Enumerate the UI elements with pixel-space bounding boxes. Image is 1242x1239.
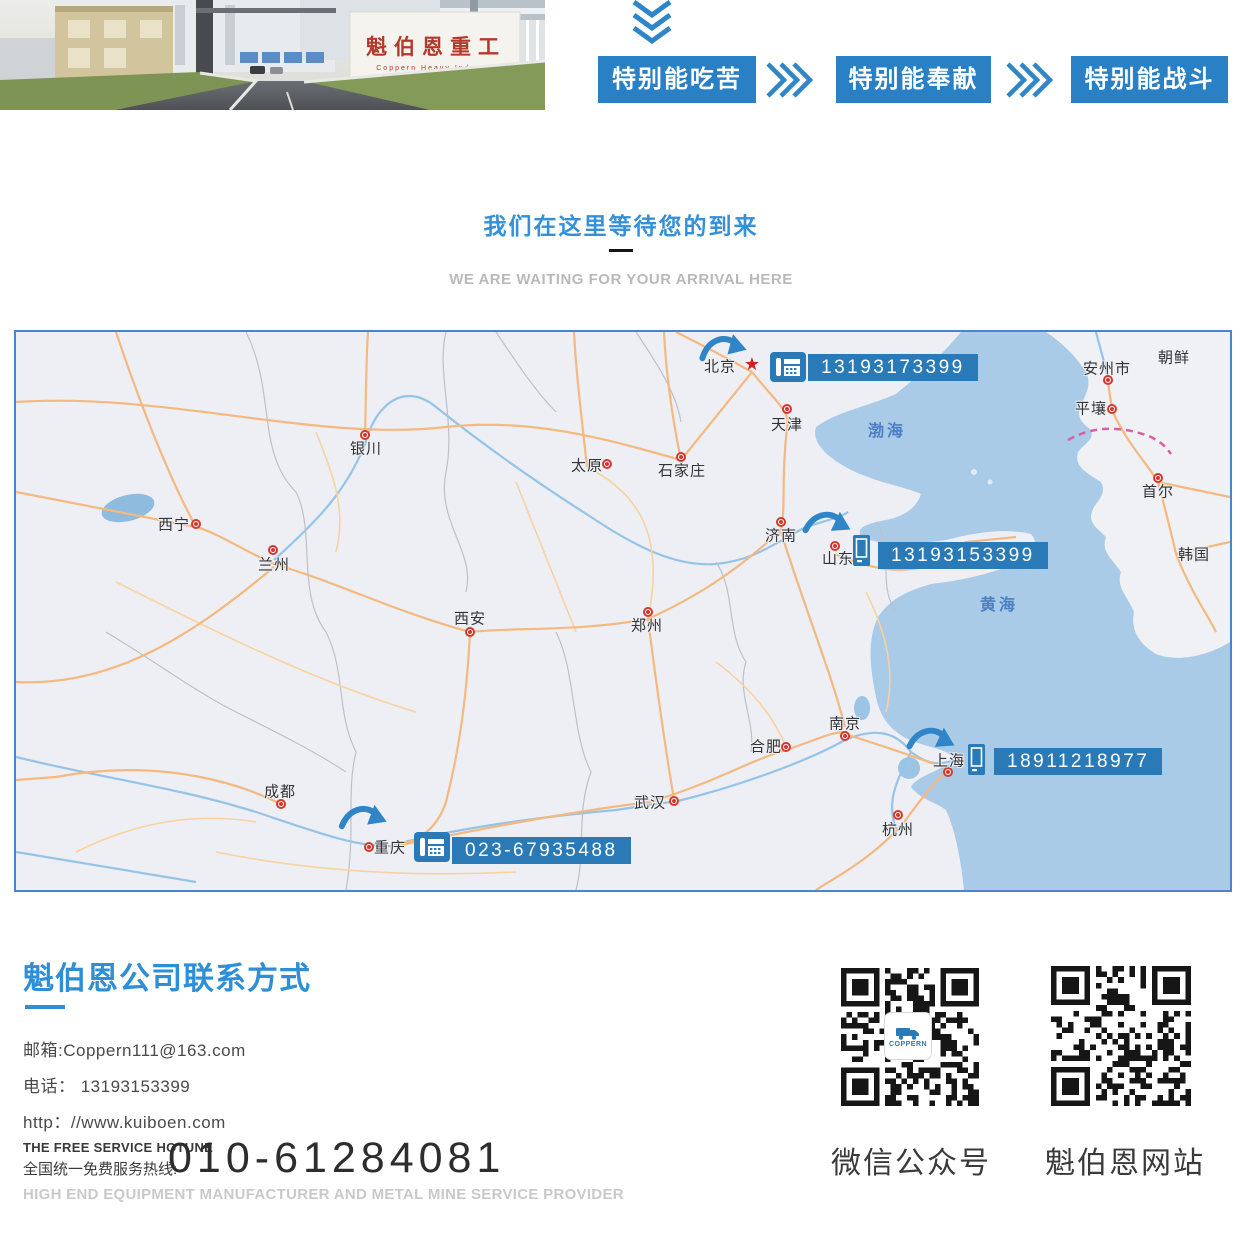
mobile-icon [853,535,870,571]
phone-callout: 023-67935488 [452,837,631,864]
city-label: 银川 [350,438,382,459]
factory-entrance-photo: 魁伯恩重工 Coppern Heavy Industry [0,0,545,110]
city-marker-icon [782,404,792,414]
city-marker-icon [364,842,374,852]
city-label: 西宁 [158,514,190,535]
contact-email: 邮箱:Coppern111@163.com [23,1036,246,1061]
contact-title-underline [25,1005,65,1009]
callout-arrow-icon [336,796,394,846]
sea-label: 黄海 [980,591,1018,615]
wechat-qr-label: 微信公众号 [831,1138,991,1182]
city-label: 首尔 [1142,481,1174,502]
section-subtitle: WE ARE WAITING FOR YOUR ARRIVAL HERE [0,271,1242,288]
callout-arrow-icon [799,501,859,554]
city-label: 武汉 [634,792,666,813]
hotline-number: 010-61284081 [168,1134,505,1183]
truck-icon [894,1025,922,1041]
city-label: 合肥 [750,736,782,757]
chevron-right-icon [764,61,820,99]
city-label: 天津 [771,414,803,435]
section-title: 我们在这里等待您的到来 [0,207,1242,241]
qr-center-logo: COPPERN [884,1012,932,1060]
city-label: 朝鲜 [1158,347,1190,368]
sea-label: 渤海 [868,417,906,441]
city-label: 兰州 [258,554,290,575]
china-locations-map: ★北京天津银川西宁兰州太原石家庄济南山东西安郑州武汉合肥南京上海杭州成都重庆朝鲜… [14,330,1232,892]
banner-slogan-1: 特别能吃苦 [598,56,756,103]
website-qr-label: 魁伯恩网站 [1045,1138,1205,1182]
banner-slogan-3: 特别能战斗 [1071,56,1228,103]
phone-callout: 13193173399 [808,354,978,381]
city-marker-icon [191,519,201,529]
city-label: 西安 [454,608,486,629]
city-label: 杭州 [882,819,914,840]
city-label: 石家庄 [658,460,706,481]
city-label: 太原 [571,455,603,476]
city-label: 南京 [829,713,861,734]
city-label: 郑州 [631,615,663,636]
fax-icon [414,832,450,867]
phone-callout: 18911218977 [994,748,1162,775]
city-marker-icon [602,459,612,469]
website-qr-code [1051,966,1191,1106]
contact-section-title: 魁伯恩公司联系方式 [23,953,311,998]
city-marker-icon [1107,404,1117,414]
chevron-right-icon [1004,61,1060,99]
fax-icon [770,352,806,387]
city-label: 平壤 [1075,398,1107,419]
title-divider [609,249,633,252]
contact-phone: 电话： 13193153399 [23,1072,190,1097]
banner-slogan-2: 特别能奉献 [836,56,991,103]
contact-website-link[interactable]: http：//www.kuiboen.com [23,1108,226,1133]
photo-sign-text: 魁伯恩重工 [366,35,506,59]
city-marker-icon [465,627,475,637]
map-overlay: ★北京天津银川西宁兰州太原石家庄济南山东西安郑州武汉合肥南京上海杭州成都重庆朝鲜… [16,332,1230,890]
hotline-label-cn: 全国统一免费服务热线: [23,1158,177,1179]
chevron-down-icon [630,0,674,44]
city-label: 安州市 [1083,358,1131,379]
city-marker-icon [781,742,791,752]
city-label: 济南 [765,525,797,546]
qr-logo-text: COPPERN [889,1041,927,1048]
company-tagline: HIGH END EQUIPMENT MANUFACTURER AND META… [23,1186,624,1203]
city-marker-icon [669,796,679,806]
city-label: 成都 [264,781,296,802]
phone-callout: 13193153399 [878,542,1048,569]
city-label: 韩国 [1178,544,1210,565]
mobile-icon [968,744,985,780]
